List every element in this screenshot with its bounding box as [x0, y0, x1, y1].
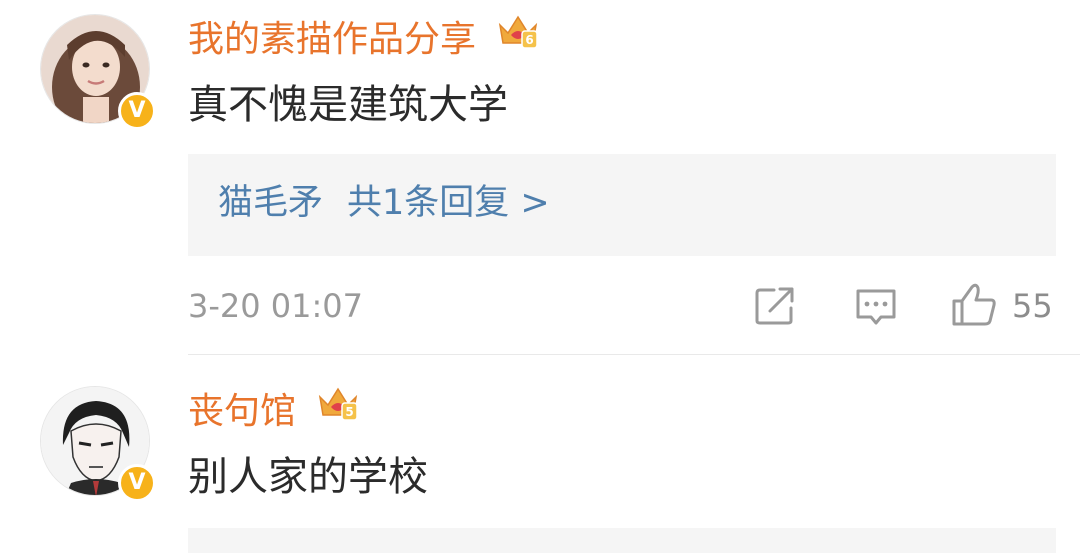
- comment-icon[interactable]: [854, 286, 898, 332]
- crown-level-icon: 6: [497, 13, 539, 62]
- reply-count-link[interactable]: 共1条回复 >: [347, 183, 550, 223]
- username-text[interactable]: 丧句馆: [188, 391, 296, 432]
- comment-list: V 我的素描作品分享 6 真不愧是建筑大学 猫毛矛 共1条回复 > 3-20 01…: [0, 0, 1080, 553]
- reply-preview-box[interactable]: [188, 528, 1056, 553]
- avatar[interactable]: V: [40, 386, 156, 502]
- level-number: 6: [526, 33, 534, 47]
- like-count: 55: [1012, 287, 1053, 325]
- crown-level-icon: 5: [317, 385, 359, 434]
- username-text[interactable]: 我的素描作品分享: [188, 19, 476, 60]
- username[interactable]: 我的素描作品分享 6: [188, 15, 539, 62]
- level-number: 5: [346, 405, 354, 419]
- avatar[interactable]: V: [40, 14, 156, 130]
- share-icon[interactable]: [754, 286, 798, 330]
- username[interactable]: 丧句馆 5: [188, 387, 359, 434]
- reply-preview[interactable]: 猫毛矛 共1条回复 >: [218, 181, 550, 225]
- comment-timestamp: 3-20 01:07: [188, 287, 364, 325]
- comment-text: 别人家的学校: [188, 454, 428, 500]
- reply-preview-box[interactable]: 猫毛矛 共1条回复 >: [188, 154, 1056, 256]
- divider: [188, 354, 1080, 355]
- verified-badge: V: [118, 92, 156, 130]
- comment-text: 真不愧是建筑大学: [188, 82, 508, 128]
- verified-badge: V: [118, 464, 156, 502]
- like-icon[interactable]: [950, 282, 998, 332]
- reply-author[interactable]: 猫毛矛: [218, 183, 323, 223]
